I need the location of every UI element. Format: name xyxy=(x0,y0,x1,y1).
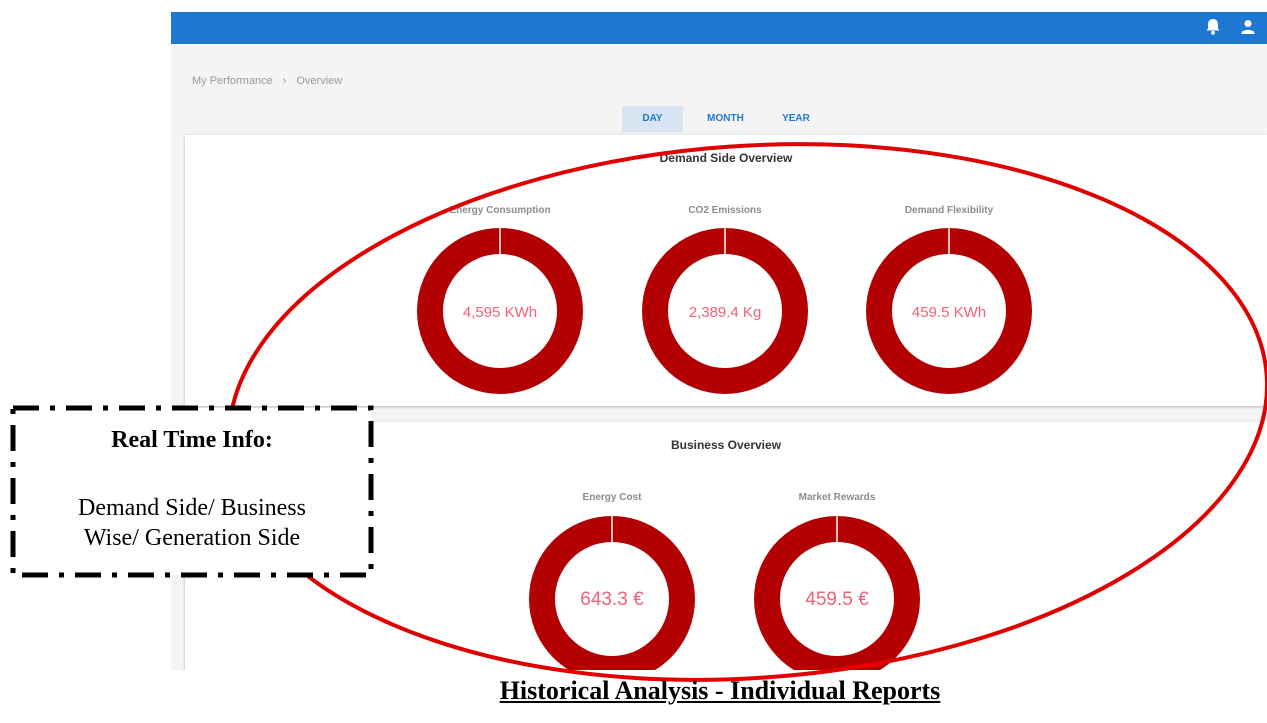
gauge-label: Market Rewards xyxy=(798,492,876,503)
callout-title: Real Time Info: xyxy=(111,427,273,453)
gauge-label: Energy Consumption xyxy=(449,205,551,216)
bell-icon[interactable] xyxy=(1202,16,1224,38)
gauge-label: Demand Flexibility xyxy=(904,205,994,216)
breadcrumb-my-performance[interactable]: My Performance xyxy=(192,75,273,87)
callout-line-1: Demand Side/ Business xyxy=(78,495,306,521)
donut-chart: 459.5 KWh xyxy=(866,228,1032,394)
figure-caption: Historical Analysis - Individual Reports xyxy=(499,676,941,705)
tab-day[interactable]: DAY xyxy=(622,106,683,132)
donut-chart: 459.5 € xyxy=(754,516,920,670)
user-icon[interactable] xyxy=(1237,16,1259,38)
donut-chart: 643.3 € xyxy=(529,516,695,670)
gauge-label: Energy Cost xyxy=(582,492,642,503)
card-title-demand: Demand Side Overview xyxy=(659,151,793,165)
gauge-label: CO2 Emissions xyxy=(688,205,762,216)
callout-body: Demand Side/ Business Wise/ Generation S… xyxy=(10,493,374,553)
tab-year[interactable]: YEAR xyxy=(766,106,826,132)
annotation-callout: Real Time Info: Demand Side/ Business Wi… xyxy=(10,405,374,578)
tab-month[interactable]: MONTH xyxy=(693,106,758,132)
breadcrumb-overview: Overview xyxy=(296,75,343,87)
top-app-bar xyxy=(171,12,1267,44)
donut-chart: 2,389.4 Kg xyxy=(642,228,808,394)
donut-chart: 4,595 KWh xyxy=(417,228,583,394)
donut-value: 459.5 € xyxy=(805,589,869,610)
breadcrumb: My Performance › Overview xyxy=(192,75,342,87)
donut-value: 459.5 KWh xyxy=(912,304,986,321)
donut-value: 4,595 KWh xyxy=(463,304,537,321)
donut-value: 2,389.4 Kg xyxy=(689,304,762,321)
breadcrumb-separator: › xyxy=(282,75,287,87)
demand-side-card: Demand Side Overview Energy Consumption 4… xyxy=(185,135,1267,406)
callout-line-2: Wise/ Generation Side xyxy=(83,525,301,551)
donut-value: 643.3 € xyxy=(580,589,644,610)
